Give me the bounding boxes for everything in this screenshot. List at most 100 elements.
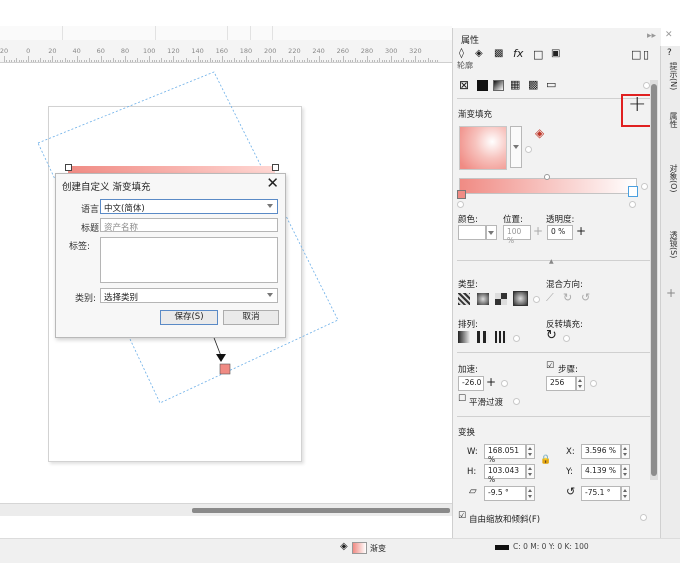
gradient-ramp[interactable] [459,178,637,194]
option-dot[interactable] [533,296,540,303]
frame-icon[interactable]: □ [533,48,543,61]
clockwise-blend-icon[interactable]: ↻ [563,291,572,304]
effects-icon[interactable]: fx [513,47,523,60]
save-button[interactable]: 保存(S) [160,310,218,325]
position-input[interactable]: 100 % [503,225,531,245]
reverse-fill-icon[interactable]: ↻ [546,328,557,343]
width-spinner[interactable] [526,444,535,459]
color-node-end[interactable] [628,186,638,197]
mirror-arrange-icon[interactable] [477,331,489,343]
ruler-tick [64,58,66,62]
rectangular-type-icon[interactable] [513,291,528,306]
ruler-tick [112,58,114,62]
x-spinner[interactable] [621,444,630,459]
close-icon[interactable]: ✕ [665,30,673,40]
y-input[interactable]: 4.139 % [581,464,621,479]
pattern-fill-icon[interactable]: ▦ [510,78,520,91]
steps-spinner[interactable] [576,376,585,391]
option-dot[interactable] [640,514,647,521]
interactive-fill-tool-icon[interactable]: ◈ [535,126,544,140]
cancel-button[interactable]: 取消 [223,310,279,325]
scrollbar-thumb[interactable] [192,508,450,513]
collapse-icon[interactable]: ▸▸ [647,31,656,41]
fill-bucket-icon: ◈ [340,541,348,552]
linear-type-icon[interactable] [458,293,470,305]
steps-checkbox[interactable]: ☑ [546,361,554,371]
rotate-spinner[interactable] [621,486,630,501]
conical-type-icon[interactable] [495,293,507,305]
fill-bucket-icon[interactable]: ◈ [475,48,483,59]
ruler-tick [45,60,47,62]
panel-scrollbar[interactable] [650,80,658,480]
gradient-preview-swatch[interactable] [459,126,507,170]
transparency-icon[interactable]: ▩ [494,48,503,59]
no-fill-icon[interactable]: ⊠ [459,78,469,92]
option-dot[interactable] [643,82,650,89]
option-dot[interactable] [641,183,648,190]
option-dot[interactable] [457,201,464,208]
option-dot[interactable] [513,335,520,342]
color-swatch-picker[interactable] [458,225,486,240]
selection-handle[interactable] [65,164,72,171]
texture-fill-icon[interactable]: ▩ [528,78,538,91]
color-dropdown[interactable] [486,225,497,240]
tags-input[interactable] [100,237,278,283]
acceleration-plus-icon[interactable]: + [486,375,496,389]
tab-hints[interactable]: 提示(N) [663,62,679,90]
repeat-arrange-icon[interactable] [495,331,507,343]
elliptical-type-icon[interactable] [477,293,489,305]
tab-objects[interactable]: 对象(O) [663,164,679,193]
color-node-start[interactable] [457,190,466,199]
y-spinner[interactable] [621,464,630,479]
option-dot[interactable] [525,146,532,153]
counterclockwise-blend-icon[interactable]: ↺ [581,291,590,304]
window-icon[interactable]: □ [631,48,641,61]
collapse-arrow-icon[interactable]: ▲ [549,258,554,265]
tab-lens[interactable]: 透镜(S) [663,231,679,258]
acceleration-input[interactable]: -26.0 [458,376,484,391]
fill-swatch[interactable] [352,542,367,554]
lock-ratio-icon[interactable]: 🔒 [540,455,551,465]
transparency-plus-icon[interactable]: + [576,224,586,238]
height-spinner[interactable] [526,464,535,479]
gradient-picker-dropdown[interactable] [510,126,522,168]
option-dot[interactable] [513,398,520,405]
rotate-input[interactable]: -75.1 ° [581,486,621,501]
option-dot[interactable] [629,201,636,208]
language-select[interactable]: 中文(简体) [100,199,278,214]
option-dot[interactable] [501,380,508,387]
category-select[interactable]: 选择类别 [100,288,278,303]
height-input[interactable]: 103.043 % [484,464,526,484]
postscript-fill-icon[interactable]: ▭ [546,78,556,91]
document-icon[interactable]: ▯ [643,48,649,61]
title-input[interactable]: 资产名称 [100,218,278,233]
outline-swatch[interactable] [495,545,509,550]
free-scale-checkbox[interactable]: ☑ [458,511,466,521]
option-dot[interactable] [563,335,570,342]
outline-pen-icon[interactable]: ◊ [459,48,464,59]
linear-blend-icon[interactable]: ⟋ [546,291,554,305]
image-icon[interactable]: ▣ [551,48,560,59]
horizontal-scrollbar[interactable] [0,503,452,516]
tab-properties[interactable]: 属性 [663,112,679,128]
gradient-fill-icon[interactable] [493,80,504,91]
uniform-fill-icon[interactable] [477,80,488,91]
x-input[interactable]: 3.596 % [581,444,621,459]
width-input[interactable]: 168.051 % [484,444,526,464]
horizontal-ruler[interactable]: 20 0 20 40 60 80 100 120 140 160 180 200 220 240 260 28… [0,40,452,63]
skew-spinner[interactable] [526,486,535,501]
ruler-tick [132,60,134,62]
add-tab-button[interactable]: + [666,286,676,300]
add-gradient-button[interactable]: + [628,92,646,117]
close-icon[interactable]: ✕ [266,174,279,192]
option-dot[interactable] [590,380,597,387]
steps-input[interactable]: 256 [546,376,576,391]
midpoint-handle[interactable] [544,174,550,180]
selection-handle[interactable] [272,164,279,171]
smooth-checkbox[interactable]: ☐ [458,394,466,404]
scrollbar-thumb[interactable] [651,84,657,476]
skew-input[interactable]: -9.5 ° [484,486,526,501]
transparency-input[interactable]: 0 % [547,225,573,240]
help-icon[interactable]: ? [667,48,672,58]
default-arrange-icon[interactable] [458,331,470,343]
